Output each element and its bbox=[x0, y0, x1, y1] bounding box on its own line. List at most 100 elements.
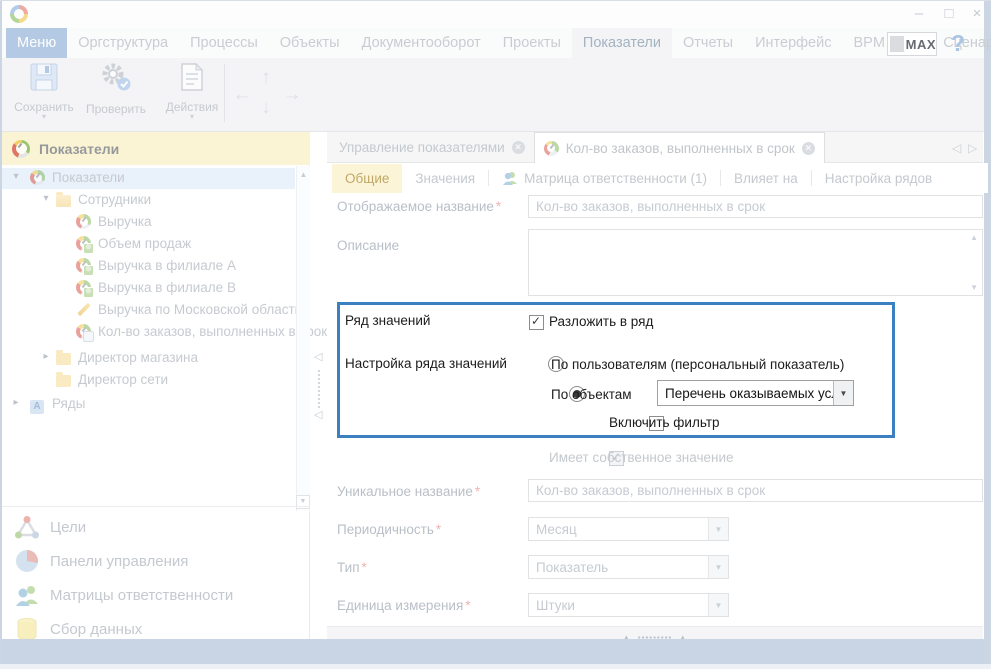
tree-item-vyruchka-filial-b[interactable]: Выручка в филиале В bbox=[2, 278, 295, 299]
horizontal-splitter-handle[interactable]: ▲ ▪▪▪▪▪▪▪▪▪ ▲ bbox=[327, 626, 983, 639]
expander-closed-icon[interactable]: ▸ bbox=[40, 351, 52, 362]
type-combo-value: Показатель bbox=[529, 556, 708, 578]
tree-item-vyruchka-moskva[interactable]: Выручка по Московской области bbox=[2, 300, 295, 321]
nav-left-arrow-icon[interactable]: ← bbox=[232, 85, 252, 105]
splitter-collapse-left-icon[interactable]: ◁ bbox=[314, 408, 322, 421]
minimize-button[interactable]: – bbox=[908, 5, 930, 22]
tree-item-label: Директор магазина bbox=[78, 350, 198, 365]
tree-item-pokazateli-root[interactable]: ▾ Показатели bbox=[2, 168, 295, 189]
tab-dokumentooborot[interactable]: Документооборот bbox=[351, 28, 492, 58]
tree-item-label: Объем продаж bbox=[98, 236, 191, 251]
goals-triangle-icon bbox=[14, 514, 40, 540]
menu-bar: Меню Оргструктура Процессы Объекты Докум… bbox=[2, 28, 984, 58]
check-button[interactable]: Проверить bbox=[80, 62, 152, 126]
own-value-checkbox-label: Имеет собственное значение bbox=[549, 450, 734, 465]
combo-dropdown-icon[interactable]: ▼ bbox=[708, 556, 728, 578]
subtab-label: Настройка рядов bbox=[825, 164, 932, 193]
dashboard-pie-icon bbox=[14, 548, 40, 574]
tree-scrollbar[interactable]: ▲ bbox=[296, 166, 310, 511]
menu-button[interactable]: Меню bbox=[6, 28, 67, 58]
tab-scroll-left-icon[interactable]: ◁ bbox=[952, 141, 961, 155]
series-config-label: Настройка ряда значений bbox=[345, 356, 507, 371]
sidebar-item-label: Панели управления bbox=[50, 553, 188, 570]
type-combo[interactable]: Показатель ▼ bbox=[528, 555, 729, 579]
tree-item-label: Выручка bbox=[98, 214, 152, 229]
gauge-icon bbox=[76, 214, 91, 229]
unique-name-input[interactable] bbox=[528, 479, 983, 502]
description-textarea[interactable]: ▲ ▼ bbox=[528, 229, 983, 296]
tree-item-vyruchka-filial-a[interactable]: Выручка в филиале А bbox=[2, 256, 295, 277]
expander-open-icon[interactable]: ▾ bbox=[10, 171, 22, 182]
pencil-icon bbox=[76, 302, 91, 317]
tree-item-direktor-seti[interactable]: Директор сети bbox=[2, 370, 295, 391]
tab-obekty[interactable]: Объекты bbox=[269, 28, 351, 58]
subtab-obshchie[interactable]: Общие bbox=[332, 164, 402, 193]
tab-pokazateli[interactable]: Показатели bbox=[572, 28, 672, 58]
expander-closed-icon[interactable]: ▸ bbox=[10, 397, 22, 408]
nav-right-arrow-icon[interactable]: → bbox=[282, 85, 302, 105]
subtab-matrica[interactable]: Матрица ответственности (1) bbox=[489, 164, 720, 193]
scroll-up-icon[interactable]: ▲ bbox=[970, 233, 978, 242]
subtab-nastroyka-ryadov[interactable]: Настройка рядов bbox=[812, 164, 945, 193]
combo-dropdown-icon[interactable]: ▼ bbox=[708, 594, 728, 616]
close-button[interactable]: × bbox=[966, 5, 988, 22]
combo-dropdown-icon[interactable]: ▼ bbox=[833, 381, 853, 405]
unit-combo[interactable]: Штуки ▼ bbox=[528, 593, 729, 617]
periodicity-combo[interactable]: Месяц ▼ bbox=[528, 517, 729, 541]
objects-combo[interactable]: Перечень оказываемых услуг ▼ bbox=[657, 380, 854, 406]
save-button[interactable]: Сохранить ▾ bbox=[8, 62, 80, 126]
nav-down-arrow-icon[interactable]: ↓ bbox=[256, 98, 276, 118]
tree-item-direktor-magazina[interactable]: ▸ Директор магазина bbox=[2, 348, 295, 369]
help-icon[interactable]: ? bbox=[951, 30, 965, 57]
tree-item-label: Выручка в филиале А bbox=[98, 258, 236, 273]
max-badge-block bbox=[890, 36, 904, 52]
tab-orgstruktura[interactable]: Оргструктура bbox=[67, 28, 179, 58]
subtab-bar: Общие Значения Матрица ответственности (… bbox=[327, 163, 988, 193]
tree-item-obem-prodazh[interactable]: Объем продаж bbox=[2, 234, 295, 255]
by-users-radio-label[interactable]: По пользователям (персональный показател… bbox=[551, 357, 844, 372]
tab-scroll-right-icon[interactable]: ▷ bbox=[968, 141, 977, 155]
tree-item-vyruchka[interactable]: Выручка bbox=[2, 212, 295, 233]
tab-interfeys[interactable]: Интерфейс bbox=[744, 28, 842, 58]
scroll-up-icon[interactable]: ▲ bbox=[297, 170, 310, 179]
objects-combo-value: Перечень оказываемых услуг bbox=[658, 381, 833, 405]
nav-up-arrow-icon[interactable]: ↑ bbox=[256, 68, 276, 88]
doc-tab-upravlenie[interactable]: Управление показателями ✕ bbox=[330, 132, 534, 162]
actions-dropdown-caret-icon[interactable]: ▾ bbox=[156, 114, 228, 120]
vertical-splitter-handle[interactable] bbox=[318, 370, 320, 408]
sidebar-item-dashboards[interactable]: Панели управления bbox=[2, 544, 310, 578]
save-dropdown-caret-icon[interactable]: ▾ bbox=[8, 114, 80, 120]
gauge-doc-icon bbox=[76, 324, 91, 339]
doc-tab-kolvo-zakazov[interactable]: Кол-во заказов, выполненных в срок ✕ bbox=[534, 132, 825, 163]
people-matrix-icon bbox=[14, 582, 40, 608]
subtab-vliyaet-na[interactable]: Влияет на bbox=[721, 164, 811, 193]
decompose-series-checkbox[interactable] bbox=[529, 315, 544, 330]
tree-item-label: Директор сети bbox=[78, 372, 168, 387]
sidebar-item-goals[interactable]: Цели bbox=[2, 510, 310, 544]
combo-dropdown-icon[interactable]: ▼ bbox=[708, 518, 728, 540]
folder-icon bbox=[56, 353, 71, 365]
enable-filter-checkbox-label[interactable]: Включить фильтр bbox=[609, 415, 720, 430]
tree-item-kolvo-zakazov[interactable]: Кол-во заказов, выполненных в срок bbox=[2, 322, 295, 343]
maximize-button[interactable]: □ bbox=[938, 5, 960, 22]
tree-item-ryady[interactable]: ▸ Ряды bbox=[2, 394, 295, 415]
display-name-input[interactable] bbox=[528, 195, 983, 218]
actions-button[interactable]: Действия ▾ bbox=[156, 62, 228, 126]
tab-close-icon[interactable]: ✕ bbox=[802, 142, 815, 155]
tab-proekty[interactable]: Проекты bbox=[492, 28, 572, 58]
tab-close-icon[interactable]: ✕ bbox=[512, 141, 525, 154]
gauge-person-icon bbox=[76, 280, 91, 295]
by-objects-radio-label[interactable]: По объектам bbox=[551, 387, 632, 402]
scroll-down-icon[interactable]: ▼ bbox=[970, 283, 978, 292]
tree-item-label: Выручка по Московской области bbox=[98, 302, 302, 317]
subtab-label: Значения bbox=[415, 164, 475, 193]
expander-open-icon[interactable]: ▾ bbox=[40, 193, 52, 204]
tab-otchety[interactable]: Отчеты bbox=[672, 28, 744, 58]
splitter-collapse-left-icon[interactable]: ◁ bbox=[314, 350, 322, 363]
sidebar-item-responsibility-matrices[interactable]: Матрицы ответственности bbox=[2, 578, 310, 612]
subtab-znacheniya[interactable]: Значения bbox=[402, 164, 488, 193]
tree-item-sotrudniki[interactable]: ▾ Сотрудники bbox=[2, 190, 295, 211]
gauge-person-icon bbox=[76, 258, 91, 273]
decompose-series-checkbox-label[interactable]: Разложить в ряд bbox=[549, 314, 653, 329]
tab-processy[interactable]: Процессы bbox=[179, 28, 269, 58]
